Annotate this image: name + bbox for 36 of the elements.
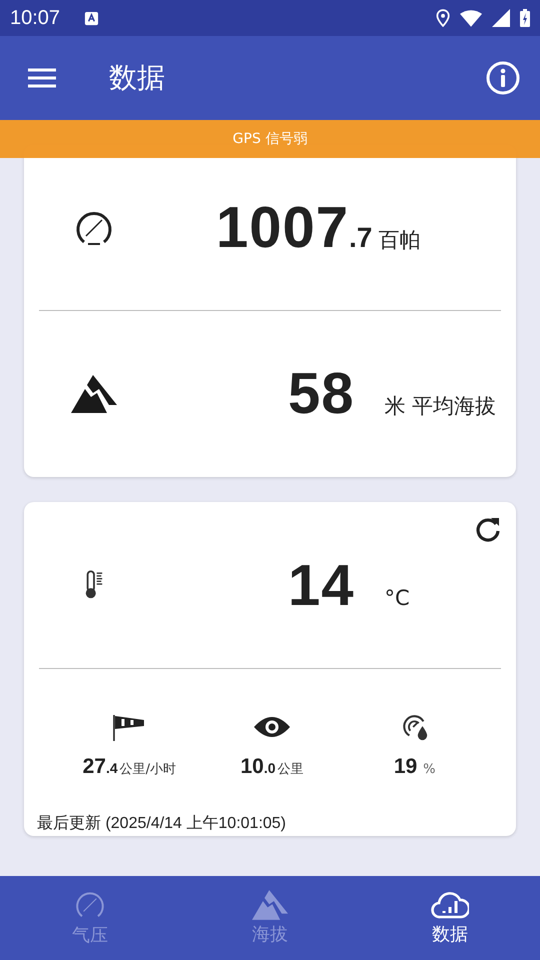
temperature-value: 14 [288,552,355,618]
mountain-icon [252,890,288,920]
nav-tab[interactable]: 数据 [360,876,540,960]
reading-value: 58 [288,360,355,427]
refresh-icon[interactable] [474,515,502,543]
thermometer-icon [84,570,104,600]
cloud-chart-icon [431,890,469,920]
reading-value: 1007 [216,194,350,261]
info-icon[interactable] [486,61,520,95]
gauge-drop-icon [400,713,429,741]
metric-decimal: .0 [264,760,276,776]
metric-value: 10 [240,755,264,779]
battery-icon [520,9,530,27]
mountain-icon [71,374,117,412]
metric-unit: % [423,762,436,777]
reading-decimal: .7 [349,222,372,254]
nav-tab[interactable]: 气压 [0,876,180,960]
metric-value: 19 [394,755,418,779]
metric-unit: 公里/小时 [120,761,176,778]
reading-unit: 百帕 [378,227,420,254]
reading-unit: 米 平均海拔 [384,393,496,420]
status-time: 10:07 [10,6,60,30]
last-updated-text: 最后更新 (2025/4/14 上午10:01:05) [37,814,286,834]
signal-icon [492,9,510,27]
nav-tab[interactable]: 海拔 [180,876,360,960]
windsock-icon [112,713,146,741]
keyboard-notification-icon [84,10,100,26]
location-icon [436,9,450,27]
metric-unit: 公里 [278,761,304,778]
warning-text: GPS 信号弱 [232,130,308,148]
metric-decimal: .4 [106,760,118,776]
temperature-unit: °C [384,586,410,610]
metric-value: 27 [82,755,106,779]
wifi-icon [460,10,482,26]
menu-icon[interactable] [27,67,57,89]
app-title: 数据 [109,60,166,96]
